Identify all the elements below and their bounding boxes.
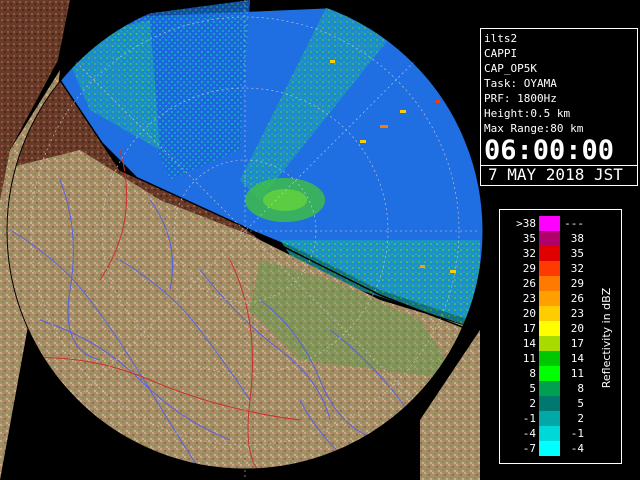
legend-row: -4 -1: [500, 426, 610, 441]
legend-lower-bound: -4: [522, 427, 536, 440]
legend-lower-bound: 23: [522, 292, 536, 305]
site-name: ilts2: [484, 32, 518, 45]
legend-upper-bound: 23: [570, 307, 584, 320]
legend-swatch: [539, 291, 560, 306]
legend-swatch: [539, 381, 560, 396]
legend-lower-bound: 14: [522, 337, 536, 350]
legend-upper-bound: 26: [570, 292, 584, 305]
legend-row: >38 ---: [500, 216, 610, 231]
legend-upper-bound: -4: [570, 442, 584, 455]
legend-lower-bound: 17: [522, 322, 536, 335]
legend-swatch: [539, 216, 560, 231]
legend-swatch: [539, 336, 560, 351]
legend-upper-bound: 2: [577, 412, 584, 425]
legend-row: 35 38: [500, 231, 610, 246]
legend-lower-bound: 2: [529, 397, 536, 410]
legend-swatch: [539, 426, 560, 441]
legend-swatch: [539, 306, 560, 321]
height-value: Height:0.5 km: [484, 107, 571, 120]
legend-upper-bound: 17: [570, 337, 584, 350]
legend-upper-bound: ---: [564, 217, 584, 230]
legend-upper-bound: 8: [577, 382, 584, 395]
legend-title: Reflectivity in dBZ: [600, 287, 613, 389]
legend-lower-bound: 35: [522, 232, 536, 245]
legend-upper-bound: 20: [570, 322, 584, 335]
legend-upper-bound: 11: [570, 367, 584, 380]
legend-row: 17 20: [500, 321, 610, 336]
max-range-value: Max Range:80 km: [484, 122, 584, 135]
legend-row: 25: [500, 396, 610, 411]
legend-upper-bound: 38: [570, 232, 584, 245]
legend-swatch: [539, 366, 560, 381]
legend-row: -1 2: [500, 411, 610, 426]
legend-swatch: [539, 351, 560, 366]
legend-row: 20 23: [500, 306, 610, 321]
scan-name: CAP_OP5K: [484, 62, 537, 75]
legend-swatch: [539, 411, 560, 426]
legend-row: 29 32: [500, 261, 610, 276]
date-display: 7 MAY 2018 JST: [481, 165, 637, 184]
legend-upper-bound: 5: [577, 397, 584, 410]
legend-swatch: [539, 231, 560, 246]
legend-lower-bound: >38: [516, 217, 536, 230]
legend-lower-bound: -7: [522, 442, 536, 455]
legend-lower-bound: 11: [522, 352, 536, 365]
legend-lower-bound: 32: [522, 247, 536, 260]
info-panel: ilts2 CAPPI CAP_OP5K Task: OYAMA PRF: 18…: [480, 28, 638, 186]
legend-swatch: [539, 276, 560, 291]
legend-row: 14 17: [500, 336, 610, 351]
echo-center-core: [263, 189, 307, 211]
legend-upper-bound: -1: [570, 427, 584, 440]
legend-lower-bound: 5: [529, 382, 536, 395]
legend-row: -7 -4: [500, 441, 610, 456]
task-name: Task: OYAMA: [484, 77, 557, 90]
legend-upper-bound: 35: [570, 247, 584, 260]
legend-row: 11 14: [500, 351, 610, 366]
reflectivity-legend: >38 --- 35 38 32 35 29 32 26 29 23 26 20 23 17 20 14 17 11…: [499, 209, 622, 464]
legend-lower-bound: 26: [522, 277, 536, 290]
legend-lower-bound: 20: [522, 307, 536, 320]
legend-lower-bound: 8: [529, 367, 536, 380]
legend-row: 23 26: [500, 291, 610, 306]
legend-upper-bound: 29: [570, 277, 584, 290]
time-display: 06:00:00: [484, 135, 615, 166]
legend-row: 58: [500, 381, 610, 396]
legend-swatch: [539, 396, 560, 411]
legend-swatch: [539, 441, 560, 456]
legend-row: 26 29: [500, 276, 610, 291]
legend-row: 8 11: [500, 366, 610, 381]
legend-lower-bound: 29: [522, 262, 536, 275]
legend-swatch: [539, 261, 560, 276]
legend-swatch: [539, 246, 560, 261]
product-name: CAPPI: [484, 47, 518, 60]
legend-lower-bound: -1: [522, 412, 536, 425]
legend-swatch: [539, 321, 560, 336]
legend-upper-bound: 14: [570, 352, 584, 365]
prf-value: PRF: 1800Hz: [484, 92, 557, 105]
legend-row: 32 35: [500, 246, 610, 261]
legend-upper-bound: 32: [570, 262, 584, 275]
